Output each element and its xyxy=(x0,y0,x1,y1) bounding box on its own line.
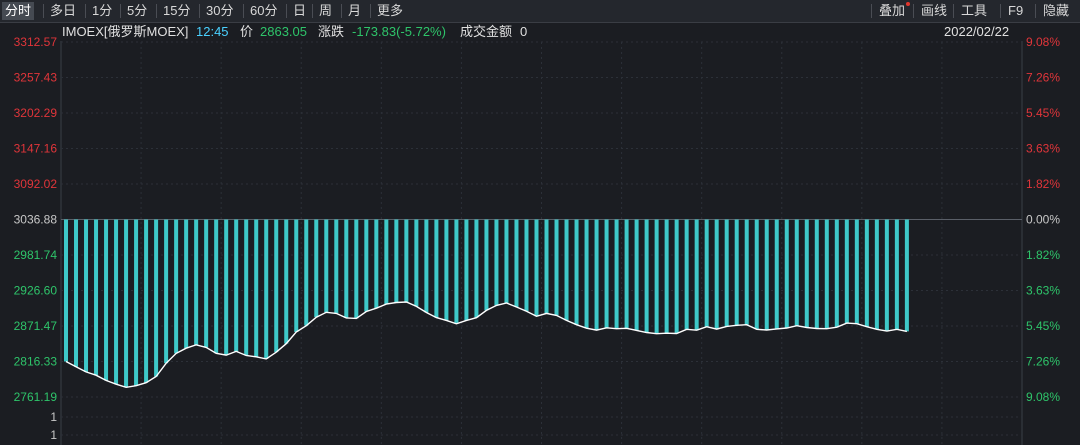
y-tick-label-right: 1.82% xyxy=(1026,248,1060,262)
y-tick-label-left: 3257.43 xyxy=(14,71,58,85)
y-tick-label-left: 2926.60 xyxy=(14,284,58,298)
y-tick-label-left: 3036.88 xyxy=(14,213,58,227)
y-tick-label-left: 2761.19 xyxy=(14,390,58,404)
y-tick-label-right: 7.26% xyxy=(1026,71,1060,85)
volume-axis-tick-label: 1 xyxy=(50,428,57,442)
y-tick-label-left: 3092.02 xyxy=(14,177,58,191)
y-tick-label-right: 3.63% xyxy=(1026,284,1060,298)
y-tick-label-left: 2871.47 xyxy=(14,319,58,333)
intraday-chart: 3312.57 9.08% 3257.43 7.26% 3202.29 5.45% 3147… xyxy=(14,35,1060,445)
y-tick-label-left: 3312.57 xyxy=(14,35,58,49)
y-tick-label-left: 2981.74 xyxy=(14,248,58,262)
y-tick-label-right: 7.26% xyxy=(1026,355,1060,369)
y-tick-label-left: 3147.16 xyxy=(14,142,58,156)
y-tick-label-left: 3202.29 xyxy=(14,106,58,120)
y-tick-label-right: 5.45% xyxy=(1026,319,1060,333)
y-tick-label-right: 0.00% xyxy=(1026,213,1060,227)
y-tick-label-left: 2816.33 xyxy=(14,355,58,369)
y-tick-label-right: 3.63% xyxy=(1026,142,1060,156)
y-tick-label-right: 9.08% xyxy=(1026,390,1060,404)
price-line xyxy=(65,301,908,389)
volume-axis-tick-label: 1 xyxy=(50,410,57,424)
y-tick-label-right: 9.08% xyxy=(1026,35,1060,49)
y-tick-label-right: 5.45% xyxy=(1026,106,1060,120)
y-tick-label-right: 1.82% xyxy=(1026,177,1060,191)
